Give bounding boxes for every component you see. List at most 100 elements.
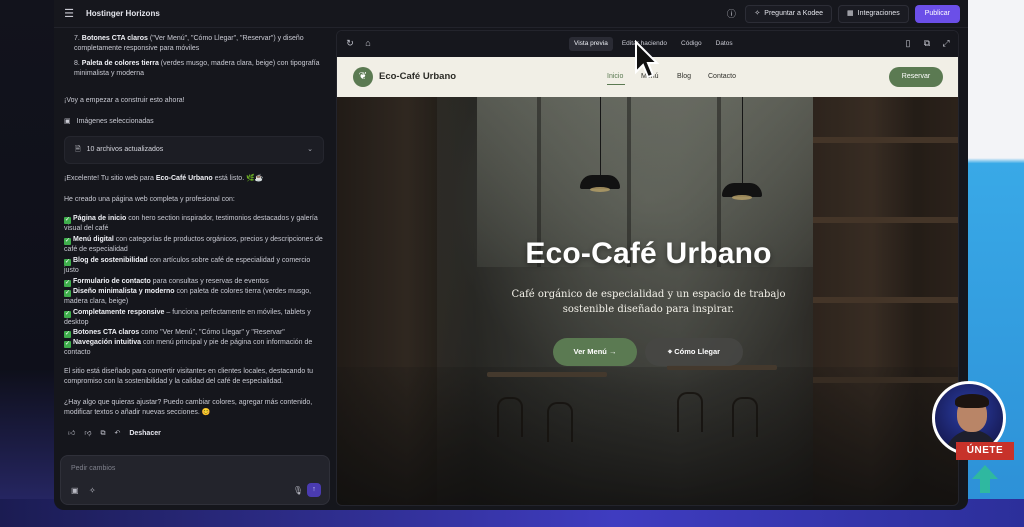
images-selected[interactable]: ▣ Imágenes seleccionadas (64, 117, 154, 127)
feature-title: Diseño minimalista y moderno (73, 288, 175, 295)
nav-contacto[interactable]: Contacto (708, 73, 736, 80)
home-icon[interactable]: ⌂ (361, 36, 375, 50)
feature-item: ✓ Menú digital con categorías de producto… (64, 235, 326, 255)
view-menu-button[interactable]: Ver Menú → (553, 338, 637, 366)
message-actions: 👍︎ 👎︎ ⧉ ↶ Deshacer (68, 429, 161, 439)
thumbs-down-icon[interactable]: 👎︎ (84, 429, 91, 439)
images-selected-label: Imágenes seleccionadas (76, 118, 154, 125)
integrations-label: Integraciones (857, 10, 900, 17)
send-button[interactable]: ↑ (307, 483, 321, 497)
thumbs-up-icon[interactable]: 👍︎ (68, 429, 75, 439)
feature-title: Completamente responsive (73, 309, 165, 316)
feature-title: Botones CTA claros (73, 329, 140, 336)
app-title: Hostinger Horizons (86, 9, 160, 18)
chat-message: He creado una página web completa y prof… (64, 196, 235, 203)
avatar-hair (955, 394, 989, 408)
check-icon: ✓ (64, 238, 71, 245)
directions-label: Cómo Llegar (674, 347, 721, 356)
composer[interactable]: Pedir cambios ▣ ✧ 🎙︎ ↑ (60, 455, 330, 505)
msg-text: está listo. 🌿☕ (212, 175, 264, 182)
chat-message: ¡Voy a empezar a construir esto ahora! (64, 97, 185, 104)
nav-active-underline (607, 84, 625, 85)
join-badge[interactable]: ÚNETE (956, 442, 1014, 460)
integrations-icon: ▦ (847, 10, 854, 17)
feature-text: para consultas y reservas de eventos (150, 278, 269, 285)
nav-inicio[interactable]: Inicio (607, 73, 623, 80)
microphone-icon[interactable]: 🎙︎ (293, 486, 303, 496)
desktop: ☰ Hostinger Horizons ⓘ ✧ Preguntar a Kode… (0, 0, 1024, 527)
feature-item: ✓ Navegación intuitiva con menú principal… (64, 338, 326, 358)
feature-title: Navegación intuitiva (73, 339, 142, 346)
refresh-icon[interactable]: ↻ (343, 36, 357, 50)
magic-icon[interactable]: ✧ (89, 486, 96, 496)
mouse-cursor-icon (635, 40, 660, 79)
mobile-view-icon[interactable]: ▯ (901, 36, 915, 50)
image-icon: ▣ (64, 118, 71, 125)
reserve-button[interactable]: Reservar (889, 67, 943, 87)
chat-message: El sitio está diseñado para convertir vi… (64, 368, 314, 385)
chevron-down-icon: ⌄ (307, 146, 313, 153)
feature-item: ✓ Formulario de contacto para consultas y… (64, 277, 326, 287)
check-icon: ✓ (64, 280, 71, 287)
map-pin-icon: ⌖ (667, 347, 673, 356)
help-icon[interactable]: ⓘ (723, 6, 739, 22)
hero-subtitle: Café orgánico de especialidad y un espac… (511, 289, 786, 315)
arrow-right-icon: → (608, 347, 617, 356)
check-icon: ✓ (64, 290, 71, 297)
tab-code[interactable]: Código (676, 37, 707, 51)
tab-data[interactable]: Datos (711, 37, 738, 51)
image-upload-icon[interactable]: ▣ (71, 486, 79, 496)
check-icon: ✓ (64, 331, 71, 338)
open-external-icon[interactable]: ⧉ (920, 36, 934, 50)
tab-preview[interactable]: Vista previa (569, 37, 613, 51)
undo-icon[interactable]: ↶ (114, 429, 120, 439)
list-item: 8. Paleta de colores tierra (verdes musg… (74, 60, 320, 77)
msg-text: ¡Excelente! Tu sitio web para (64, 175, 156, 182)
check-icon: ✓ (64, 217, 71, 224)
ask-kodee-button[interactable]: ✧ Preguntar a Kodee (745, 5, 833, 23)
ask-kodee-label: Preguntar a Kodee (764, 10, 824, 17)
check-icon: ✓ (64, 341, 71, 348)
check-icon: ✓ (64, 259, 71, 266)
files-updated-dropdown[interactable]: 🗎 10 archivos actualizados ⌄ (64, 136, 324, 164)
view-menu-label: Ver Menú (573, 347, 607, 356)
item-bold: Paleta de colores tierra (81, 60, 159, 67)
nav-blog[interactable]: Blog (677, 73, 691, 80)
feature-title: Menú digital (73, 236, 114, 243)
copy-icon[interactable]: ⧉ (100, 429, 105, 439)
list-item: 7. Botones CTA claros ("Ver Menú", "Cómo… (74, 35, 304, 52)
feature-title: Formulario de contacto (73, 278, 151, 285)
directions-button[interactable]: ⌖ Cómo Llegar (645, 338, 743, 366)
arrow-up-icon (972, 465, 998, 493)
feature-text: como "Ver Menú", "Cómo Llegar" y "Reserv… (139, 329, 285, 336)
integrations-button[interactable]: ▦ Integraciones (838, 5, 909, 23)
feature-title: Página de inicio (73, 215, 127, 222)
feature-item: ✓ Página de inicio con hero section inspi… (64, 214, 326, 234)
feature-item: ✓ Blog de sostenibilidad con artículos so… (64, 256, 326, 276)
feature-item: ✓ Completamente responsive – funciona per… (64, 308, 326, 328)
preview-panel: ↻ ⌂ Vista previa Editar haciendo Código … (336, 30, 959, 506)
site-brand[interactable]: Eco-Café Urbano (379, 71, 456, 82)
leaf-icon[interactable]: ❦ (353, 67, 373, 87)
feature-item: ✓ Botones CTA claros como "Ver Menú", "Có… (64, 328, 326, 338)
undo-button[interactable]: Deshacer (129, 429, 161, 439)
hero-title: Eco-Café Urbano (525, 237, 772, 270)
chat-message: ¿Hay algo que quieras ajustar? Puedo cam… (64, 399, 313, 416)
chat-message: ¡Excelente! Tu sitio web para Eco-Café U… (64, 174, 326, 184)
website-preview: ❦ Eco-Café Urbano Inicio Menú Blog Conta… (337, 57, 958, 505)
app-window: ☰ Hostinger Horizons ⓘ ✧ Preguntar a Kode… (54, 0, 968, 510)
file-icon: 🗎 (75, 146, 81, 153)
fullscreen-icon[interactable]: ⤢ (939, 36, 953, 50)
hero-section: Eco-Café Urbano Café orgánico de especia… (337, 97, 958, 505)
composer-input[interactable]: Pedir cambios (71, 464, 115, 474)
hamburger-menu-icon[interactable]: ☰ (62, 7, 76, 21)
publish-button[interactable]: Publicar (914, 5, 960, 23)
chat-panel: 7. Botones CTA claros ("Ver Menú", "Cómo… (54, 28, 336, 510)
msg-bold: Eco-Café Urbano (155, 175, 213, 182)
feature-title: Blog de sostenibilidad (73, 257, 148, 264)
item-bold: Botones CTA claros (81, 35, 148, 42)
sparkle-icon: ✧ (754, 10, 761, 17)
check-icon: ✓ (64, 311, 71, 318)
top-bar: ☰ Hostinger Horizons ⓘ ✧ Preguntar a Kode… (54, 0, 968, 28)
feature-item: ✓ Diseño minimalista y moderno con paleta… (64, 287, 326, 307)
